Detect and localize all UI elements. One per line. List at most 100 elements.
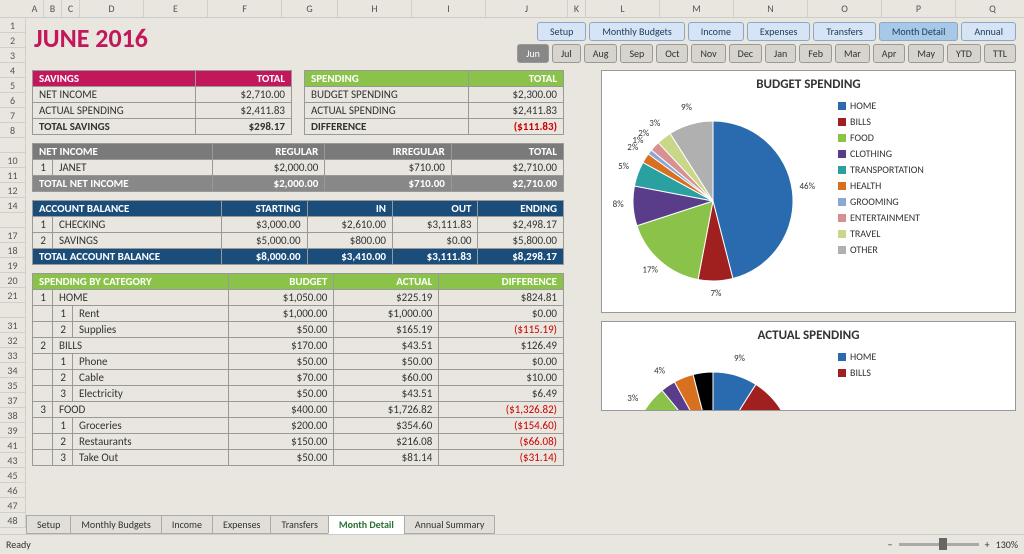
zoom-out-icon[interactable]: − xyxy=(888,538,893,551)
legend-item: OTHER xyxy=(838,243,924,256)
nav-monthly-budgets[interactable]: Monthly Budgets xyxy=(589,22,684,41)
col-header[interactable]: E xyxy=(144,0,208,17)
row-header[interactable]: 6 xyxy=(0,93,26,108)
month-ttl[interactable]: TTL xyxy=(984,44,1016,63)
row-header[interactable]: 7 xyxy=(0,108,26,123)
svg-text:3%: 3% xyxy=(649,118,661,129)
month-sep[interactable]: Sep xyxy=(620,44,653,63)
row-header[interactable]: 43 xyxy=(0,453,26,468)
month-dec[interactable]: Dec xyxy=(729,44,762,63)
legend-item: ENTERTAINMENT xyxy=(838,211,924,224)
row-header[interactable]: 31 xyxy=(0,318,26,333)
row-header[interactable]: 11 xyxy=(0,168,26,183)
month-jan[interactable]: Jan xyxy=(765,44,796,63)
svg-text:9%: 9% xyxy=(734,353,746,364)
row-header[interactable]: 38 xyxy=(0,408,26,423)
col-header[interactable]: D xyxy=(80,0,144,17)
row-header[interactable]: 45 xyxy=(0,468,26,483)
legend-item: TRAVEL xyxy=(838,227,924,240)
col-header[interactable]: J xyxy=(486,0,568,17)
tab-month-detail[interactable]: Month Detail xyxy=(328,515,405,534)
col-header[interactable]: H xyxy=(338,0,412,17)
row-header[interactable]: 37 xyxy=(0,393,26,408)
col-header[interactable]: L xyxy=(586,0,660,17)
row-header[interactable]: 17 xyxy=(0,228,26,243)
col-header[interactable]: F xyxy=(208,0,282,17)
nav-setup[interactable]: Setup xyxy=(537,22,586,41)
nav-annual[interactable]: Annual xyxy=(961,22,1016,41)
row-header[interactable]: 5 xyxy=(0,78,26,93)
month-oct[interactable]: Oct xyxy=(656,44,688,63)
row-header[interactable] xyxy=(0,138,26,153)
month-jul[interactable]: Jul xyxy=(552,44,581,63)
month-apr[interactable]: Apr xyxy=(873,44,906,63)
svg-text:7%: 7% xyxy=(710,288,722,299)
row-header[interactable]: 4 xyxy=(0,63,26,78)
tab-income[interactable]: Income xyxy=(161,515,213,534)
row-header[interactable]: 46 xyxy=(0,483,26,498)
tab-expenses[interactable]: Expenses xyxy=(212,515,272,534)
budget-chart: BUDGET SPENDING 46%7%17%8%5%2%1%2%3%9% H… xyxy=(601,70,1016,313)
month-mar[interactable]: Mar xyxy=(835,44,870,63)
svg-text:3%: 3% xyxy=(627,393,639,404)
row-header[interactable] xyxy=(0,303,26,318)
svg-text:4%: 4% xyxy=(654,365,666,376)
col-header[interactable]: A xyxy=(26,0,44,17)
row-header[interactable]: 3 xyxy=(0,48,26,63)
month-nov[interactable]: Nov xyxy=(691,44,725,63)
netincome-table: NET INCOMEREGULARIRREGULARTOTAL 1JANET$2… xyxy=(32,143,564,192)
col-header[interactable]: C xyxy=(62,0,80,17)
month-jun[interactable]: Jun xyxy=(517,44,549,63)
row-header[interactable]: 20 xyxy=(0,273,26,288)
row-header[interactable]: 39 xyxy=(0,423,26,438)
row-header[interactable]: 8 xyxy=(0,123,26,138)
row-header[interactable]: 21 xyxy=(0,288,26,303)
month-feb[interactable]: Feb xyxy=(799,44,832,63)
row-header[interactable]: 14 xyxy=(0,198,26,213)
tab-setup[interactable]: Setup xyxy=(26,515,71,534)
svg-text:9%: 9% xyxy=(681,102,693,113)
nav-income[interactable]: Income xyxy=(688,22,744,41)
month-ytd[interactable]: YTD xyxy=(947,44,981,63)
month-may[interactable]: May xyxy=(908,44,944,63)
tab-annual-summary[interactable]: Annual Summary xyxy=(404,515,496,534)
col-header[interactable]: P xyxy=(882,0,956,17)
tab-monthly-budgets[interactable]: Monthly Budgets xyxy=(70,515,161,534)
zoom-level: 130% xyxy=(996,538,1018,551)
row-header[interactable]: 33 xyxy=(0,348,26,363)
col-header[interactable]: G xyxy=(282,0,338,17)
row-header[interactable]: 32 xyxy=(0,333,26,348)
col-header[interactable]: O xyxy=(808,0,882,17)
sheet-tabs: SetupMonthly BudgetsIncomeExpensesTransf… xyxy=(26,515,494,534)
col-header[interactable]: M xyxy=(660,0,734,17)
col-header[interactable]: I xyxy=(412,0,486,17)
row-header[interactable]: 41 xyxy=(0,438,26,453)
svg-text:8%: 8% xyxy=(613,199,625,210)
col-header[interactable]: Q xyxy=(956,0,1024,17)
nav-month-detail[interactable]: Month Detail xyxy=(879,22,959,41)
row-header[interactable] xyxy=(0,213,26,228)
row-header[interactable]: 12 xyxy=(0,183,26,198)
row-header[interactable]: 2 xyxy=(0,33,26,48)
row-header[interactable]: 10 xyxy=(0,153,26,168)
nav-expenses[interactable]: Expenses xyxy=(747,22,811,41)
row-header[interactable]: 35 xyxy=(0,378,26,393)
row-header[interactable]: 34 xyxy=(0,363,26,378)
col-header[interactable]: N xyxy=(734,0,808,17)
zoom-slider[interactable] xyxy=(899,543,979,546)
nav-transfers[interactable]: Transfers xyxy=(813,22,875,41)
tab-transfers[interactable]: Transfers xyxy=(270,515,328,534)
col-header[interactable]: B xyxy=(44,0,62,17)
actual-chart: ACTUAL SPENDING 9%10%3%4% HOMEBILLS xyxy=(601,321,1016,411)
row-header[interactable]: 47 xyxy=(0,498,26,513)
row-header[interactable]: 1 xyxy=(0,18,26,33)
svg-text:2%: 2% xyxy=(638,128,650,139)
row-header[interactable]: 18 xyxy=(0,243,26,258)
row-header[interactable]: 48 xyxy=(0,513,26,528)
month-aug[interactable]: Aug xyxy=(584,44,618,63)
legend-item: CLOTHING xyxy=(838,147,924,160)
status-text: Ready xyxy=(6,538,31,551)
col-header[interactable]: K xyxy=(568,0,586,17)
zoom-in-icon[interactable]: + xyxy=(985,538,990,551)
row-header[interactable]: 19 xyxy=(0,258,26,273)
